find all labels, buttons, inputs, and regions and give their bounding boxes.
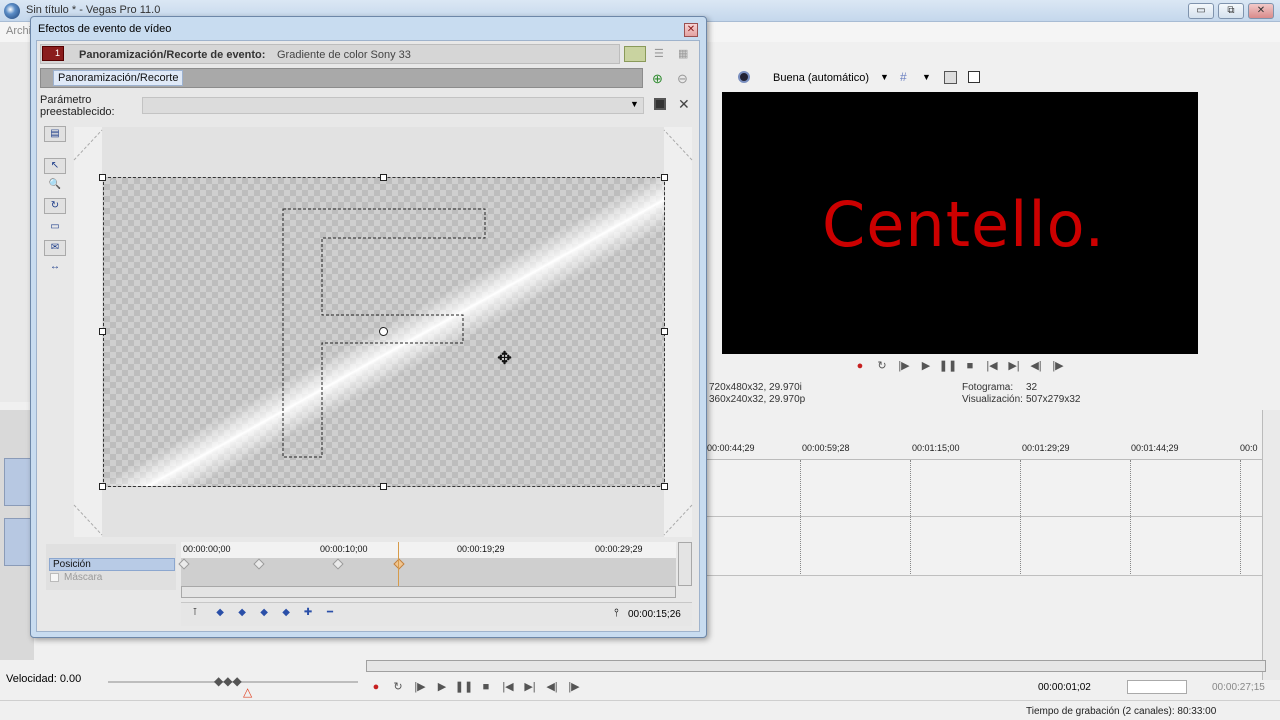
keyframe-current-time: 00:00:15;26 bbox=[628, 609, 681, 620]
keyframe-row-position[interactable]: Posición bbox=[49, 558, 175, 571]
crop-handle[interactable] bbox=[99, 483, 106, 490]
keyframe-ruler-label: 00:00:00;00 bbox=[183, 544, 231, 554]
sync-cursor-icon[interactable]: ⊺ bbox=[186, 607, 204, 621]
move-cursor-icon: ✥ bbox=[497, 348, 513, 368]
crop-handle[interactable] bbox=[661, 174, 668, 181]
crop-handle[interactable] bbox=[380, 174, 387, 181]
crop-handle[interactable] bbox=[99, 328, 106, 335]
crop-handle[interactable] bbox=[99, 174, 106, 181]
keyframe-ruler-label: 00:00:10;00 bbox=[320, 544, 368, 554]
keyframe-ruler-label: 00:00:29;29 bbox=[595, 544, 643, 554]
last-keyframe-icon[interactable]: ◆ bbox=[277, 607, 295, 621]
next-keyframe-icon[interactable]: ◆ bbox=[255, 607, 273, 621]
mask-checkbox[interactable] bbox=[50, 573, 59, 582]
delete-keyframe-icon[interactable]: ━ bbox=[321, 607, 339, 621]
keyframe-buttons: ⊺ ◆ ◆ ◆ ◆ ✚ ━ bbox=[186, 606, 343, 621]
crop-handle[interactable] bbox=[380, 483, 387, 490]
first-keyframe-icon[interactable]: ◆ bbox=[211, 607, 229, 621]
keyframe-vertical-scrollbar[interactable] bbox=[678, 542, 692, 586]
add-keyframe-icon[interactable]: ✚ bbox=[299, 607, 317, 621]
crop-handle[interactable] bbox=[661, 328, 668, 335]
crop-handle[interactable] bbox=[661, 483, 668, 490]
cursor-position-icon: ⫯ bbox=[614, 607, 619, 619]
keyframe-time-cursor[interactable] bbox=[398, 542, 399, 586]
keyframe-ruler-label: 00:00:19;29 bbox=[457, 544, 505, 554]
keyframe-row-mask[interactable]: Máscara bbox=[64, 572, 102, 583]
crop-center-handle[interactable] bbox=[379, 327, 388, 336]
keyframe-scrollbar[interactable] bbox=[181, 586, 676, 598]
prev-keyframe-icon[interactable]: ◆ bbox=[233, 607, 251, 621]
